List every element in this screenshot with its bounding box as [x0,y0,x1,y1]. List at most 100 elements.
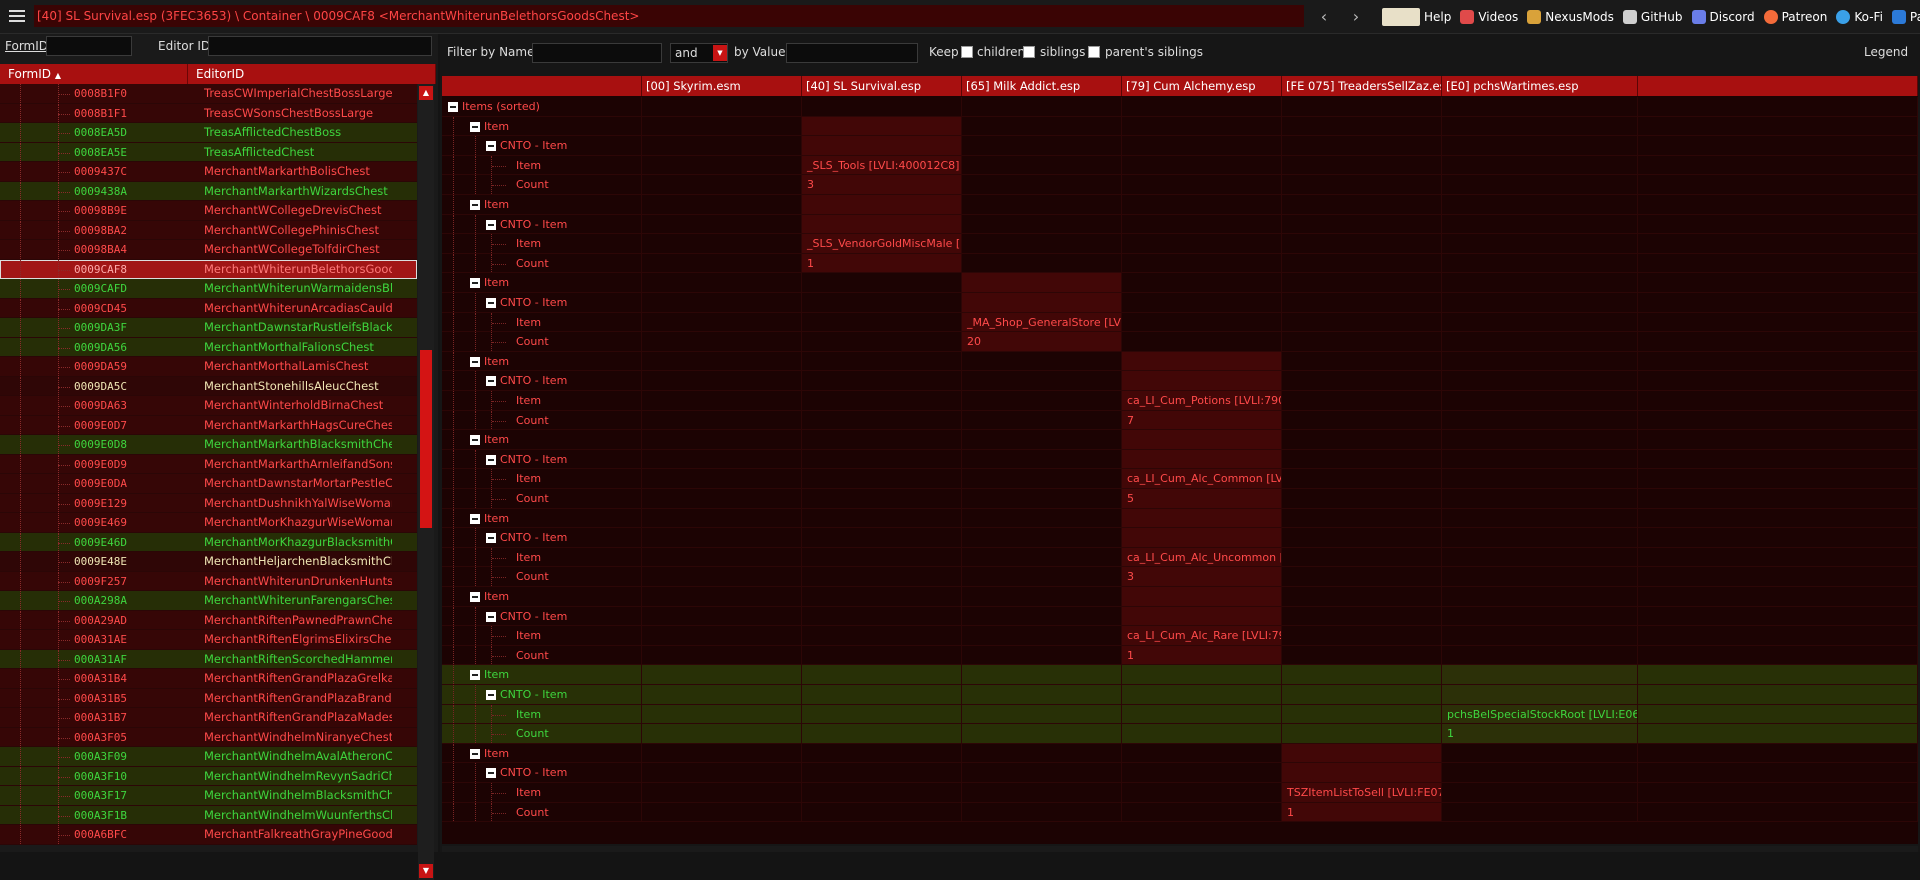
discord-link[interactable]: Discord [1691,10,1755,24]
grid-row[interactable]: CNTO - Item [442,763,1918,783]
value-cell[interactable] [962,234,1122,253]
grid-row[interactable]: Item _MA_Shop_GeneralStore [LVLI:65... [442,312,1918,333]
collapse-icon[interactable] [486,219,496,230]
value-cell[interactable] [962,391,1122,410]
value-cell[interactable] [962,802,1122,822]
grid-row[interactable]: Count 1 [442,802,1918,823]
value-cell[interactable] [962,645,1122,665]
videos-link[interactable]: Videos [1460,10,1518,24]
value-cell[interactable]: ca_LI_Cum_Alc_Rare [LVLI:79010... [1122,626,1282,645]
value-cell[interactable] [1122,802,1282,822]
value-cell[interactable] [962,214,1122,234]
value-cell[interactable] [1442,763,1638,782]
plugin-column-header[interactable] [442,76,642,96]
value-cell[interactable] [802,704,962,724]
value-cell[interactable] [642,587,802,606]
value-cell[interactable] [802,724,962,743]
value-cell[interactable] [1442,567,1638,586]
value-cell[interactable] [962,763,1122,782]
value-cell[interactable] [642,175,802,194]
value-cell[interactable] [962,704,1122,724]
collapse-icon[interactable] [486,768,496,779]
record-list-row[interactable]: 0009E0D9 MerchantMarkarthArnleifandSons..… [0,454,417,474]
value-cell[interactable] [802,312,962,332]
value-cell[interactable] [1122,195,1282,214]
record-list-row[interactable]: 0009E46D MerchantMorKhazgurBlacksmithC... [0,532,417,552]
value-cell[interactable] [802,136,962,155]
value-cell[interactable] [802,567,962,586]
value-cell[interactable] [962,371,1122,390]
value-cell[interactable] [802,97,962,116]
value-cell[interactable] [1442,253,1638,273]
legend-button[interactable]: Legend [1864,45,1908,59]
value-cell[interactable] [642,273,802,292]
value-cell[interactable] [642,371,802,390]
value-cell[interactable] [1638,214,1918,234]
record-list-row[interactable]: 000A3F1B MerchantWindhelmWuunferthsCh... [0,805,417,825]
value-cell[interactable]: ca_LI_Cum_Alc_Common [LVLI:7... [1122,469,1282,488]
value-cell[interactable] [1638,783,1918,802]
value-cell[interactable] [962,783,1122,802]
value-cell[interactable] [1638,293,1918,312]
plugin-column-header[interactable]: [E0] pchsWartimes.esp [1442,76,1638,96]
value-cell[interactable]: 1 [1442,724,1638,743]
value-cell[interactable]: ca_LI_Cum_Alc_Uncommon [LV... [1122,547,1282,567]
value-cell[interactable] [1282,685,1442,704]
record-list-row[interactable]: 00098BA4 MerchantWCollegeTolfdirChest [0,240,417,260]
value-cell[interactable] [1442,155,1638,175]
value-cell[interactable] [1638,116,1918,136]
value-cell[interactable] [962,351,1122,371]
value-cell[interactable]: pchsBelSpecialStockRoot [LVLI:E062D17B] [1442,704,1638,724]
value-cell[interactable] [1282,449,1442,469]
value-cell[interactable] [1122,253,1282,273]
record-list-row[interactable]: 0009E0D8 MerchantMarkarthBlacksmithChest [0,435,417,455]
value-cell[interactable] [1282,293,1442,312]
grid-row[interactable]: Items (sorted) [442,97,1918,117]
value-cell[interactable] [642,763,802,782]
value-cell[interactable] [1638,155,1918,175]
record-list-row[interactable]: 000A3F09 MerchantWindhelmAvalAtheronC... [0,747,417,767]
collapse-icon[interactable] [470,121,480,132]
record-list-row[interactable]: 00098B9E MerchantWCollegeDrevisChest [0,201,417,221]
value-cell[interactable] [1638,567,1918,586]
and-or-select[interactable]: and ▼ [670,43,728,63]
forward-arrow-icon[interactable]: › [1346,7,1366,27]
value-cell[interactable] [1282,743,1442,763]
value-cell[interactable] [962,430,1122,449]
value-cell[interactable] [1442,547,1638,567]
value-cell[interactable] [1638,665,1918,684]
value-cell[interactable] [962,195,1122,214]
value-cell[interactable] [962,743,1122,763]
value-cell[interactable]: 3 [802,175,962,194]
value-cell[interactable] [1442,489,1638,508]
value-cell[interactable] [1442,665,1638,684]
value-cell[interactable] [1442,449,1638,469]
collapse-icon[interactable] [486,690,496,700]
scroll-thumb[interactable] [420,350,432,528]
value-cell[interactable] [1442,391,1638,410]
value-cell[interactable] [1122,704,1282,724]
value-cell[interactable] [1282,508,1442,528]
value-cell[interactable] [1442,783,1638,802]
value-cell[interactable] [642,802,802,822]
value-cell[interactable] [642,155,802,175]
value-cell[interactable] [1638,704,1918,724]
value-cell[interactable] [1282,606,1442,626]
value-cell[interactable] [1282,273,1442,292]
editorid-filter-input[interactable] [208,36,432,56]
collapse-icon[interactable] [470,592,480,602]
value-cell[interactable]: 7 [1122,410,1282,430]
grid-row[interactable]: CNTO - Item [442,685,1918,705]
value-cell[interactable] [802,410,962,430]
value-cell[interactable] [1122,724,1282,743]
value-cell[interactable] [1282,528,1442,547]
value-cell[interactable]: _SLS_VendorGoldMiscMale [LVLI... [802,234,962,253]
value-cell[interactable] [802,587,962,606]
value-cell[interactable] [1638,234,1918,253]
value-cell[interactable] [642,430,802,449]
value-cell[interactable] [802,391,962,410]
collapse-icon[interactable] [486,376,496,387]
value-cell[interactable] [1122,685,1282,704]
value-cell[interactable] [802,606,962,626]
grid-row[interactable]: CNTO - Item [442,214,1918,235]
